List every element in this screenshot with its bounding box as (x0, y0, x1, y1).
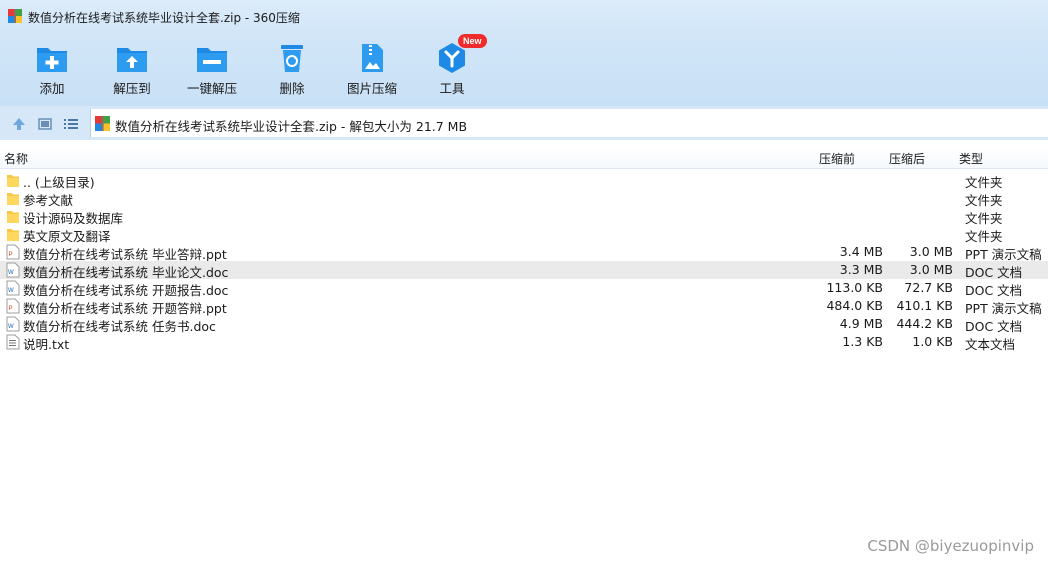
file-row[interactable]: 说明.txt 1.3 KB 1.0 KB 文本文档 (0, 333, 1048, 352)
svg-text:P: P (9, 306, 13, 312)
svg-text:W: W (8, 270, 14, 276)
file-packed-size: 1.0 KB (912, 334, 953, 349)
file-type: 文本文档 (965, 337, 1016, 352)
file-name: 说明.txt (23, 337, 70, 352)
file-row-selected[interactable]: W 数值分析在线考试系统 毕业论文.doc 3.3 MB 3.0 MB DOC … (0, 261, 1048, 280)
zip-archive-icon (95, 116, 110, 131)
tools-button[interactable]: New 工具 (412, 34, 492, 100)
doc-icon: W (6, 316, 20, 332)
file-packed-size: 3.0 MB (909, 244, 953, 259)
file-row[interactable]: P 数值分析在线考试系统 开题答辩.ppt 484.0 KB 410.1 KB … (0, 297, 1048, 316)
file-row[interactable]: P 数值分析在线考试系统 毕业答辩.ppt 3.4 MB 3.0 MB PPT … (0, 243, 1048, 262)
ppt-icon: P (6, 298, 20, 314)
file-row[interactable]: 英文原文及翻译 文件夹 (0, 225, 1048, 244)
folder-icon (7, 175, 19, 187)
file-size: 1.3 KB (842, 334, 883, 349)
svg-text:P: P (9, 252, 13, 258)
column-type[interactable]: 类型 (959, 150, 983, 167)
tools-label: 工具 (439, 81, 465, 96)
add-button[interactable]: 添加 (12, 38, 92, 100)
app-archive-icon (8, 9, 22, 23)
column-header: 名称 压缩前 压缩后 类型 (0, 148, 1048, 169)
up-arrow-icon[interactable] (11, 116, 27, 132)
recycle-bin-icon (281, 45, 303, 72)
extract-folder-icon (117, 48, 147, 72)
image-compress-label: 图片压缩 (346, 81, 397, 96)
list-view-icon[interactable] (63, 116, 79, 132)
file-row[interactable]: 参考文献 文件夹 (0, 189, 1048, 208)
file-packed-size: 3.0 MB (909, 262, 953, 277)
file-row[interactable]: .. (上级目录) 文件夹 (0, 171, 1048, 190)
delete-button[interactable]: 删除 (252, 38, 332, 100)
address-text: 数值分析在线考试系统毕业设计全套.zip - 解包大小为 21.7 MB (115, 119, 468, 134)
watermark: CSDN @biyezuopinvip (867, 537, 1034, 555)
title-bar: 数值分析在线考试系统毕业设计全套.zip - 360压缩 (0, 0, 1048, 32)
column-size[interactable]: 压缩前 (819, 150, 855, 167)
one-click-extract-button[interactable]: 一键解压 (172, 38, 252, 100)
doc-icon: W (6, 262, 20, 278)
one-click-folder-icon (197, 48, 227, 72)
column-packed[interactable]: 压缩后 (889, 150, 925, 167)
svg-text:W: W (8, 324, 14, 330)
file-size: 484.0 KB (826, 298, 883, 313)
file-row[interactable]: 设计源码及数据库 文件夹 (0, 207, 1048, 226)
file-size: 3.4 MB (839, 244, 883, 259)
txt-icon (6, 334, 20, 350)
delete-label: 删除 (279, 81, 305, 96)
add-label: 添加 (39, 81, 65, 96)
doc-icon: W (6, 280, 20, 296)
folder-icon (7, 211, 19, 223)
extract-to-label: 解压到 (113, 81, 151, 96)
file-packed-size: 410.1 KB (896, 298, 953, 313)
image-compress-button[interactable]: 图片压缩 (332, 38, 412, 100)
address-row: 数值分析在线考试系统毕业设计全套.zip - 解包大小为 21.7 MB (0, 106, 1048, 140)
folder-icon (7, 193, 19, 205)
one-click-extract-label: 一键解压 (186, 81, 237, 96)
toolbar: 添加 解压到 一键解压 删除 图片压缩 New 工具 (0, 32, 1048, 106)
file-size: 3.3 MB (839, 262, 883, 277)
column-name[interactable]: 名称 (4, 150, 28, 167)
file-row[interactable]: W 数值分析在线考试系统 任务书.doc 4.9 MB 444.2 KB DOC… (0, 315, 1048, 334)
extract-to-button[interactable]: 解压到 (92, 38, 172, 100)
thumbnail-view-icon[interactable] (37, 116, 53, 132)
new-badge: New (458, 34, 487, 48)
folder-icon (7, 229, 19, 241)
file-packed-size: 72.7 KB (904, 280, 953, 295)
ppt-icon: P (6, 244, 20, 260)
address-bar[interactable]: 数值分析在线考试系统毕业设计全套.zip - 解包大小为 21.7 MB (90, 109, 1048, 137)
file-packed-size: 444.2 KB (896, 316, 953, 331)
file-size: 4.9 MB (839, 316, 883, 331)
add-folder-icon (37, 48, 67, 72)
window-title: 数值分析在线考试系统毕业设计全套.zip - 360压缩 (28, 11, 300, 25)
image-compress-icon (362, 44, 383, 72)
file-row[interactable]: W 数值分析在线考试系统 开题报告.doc 113.0 KB 72.7 KB D… (0, 279, 1048, 298)
file-size: 113.0 KB (826, 280, 883, 295)
svg-text:W: W (8, 288, 14, 294)
